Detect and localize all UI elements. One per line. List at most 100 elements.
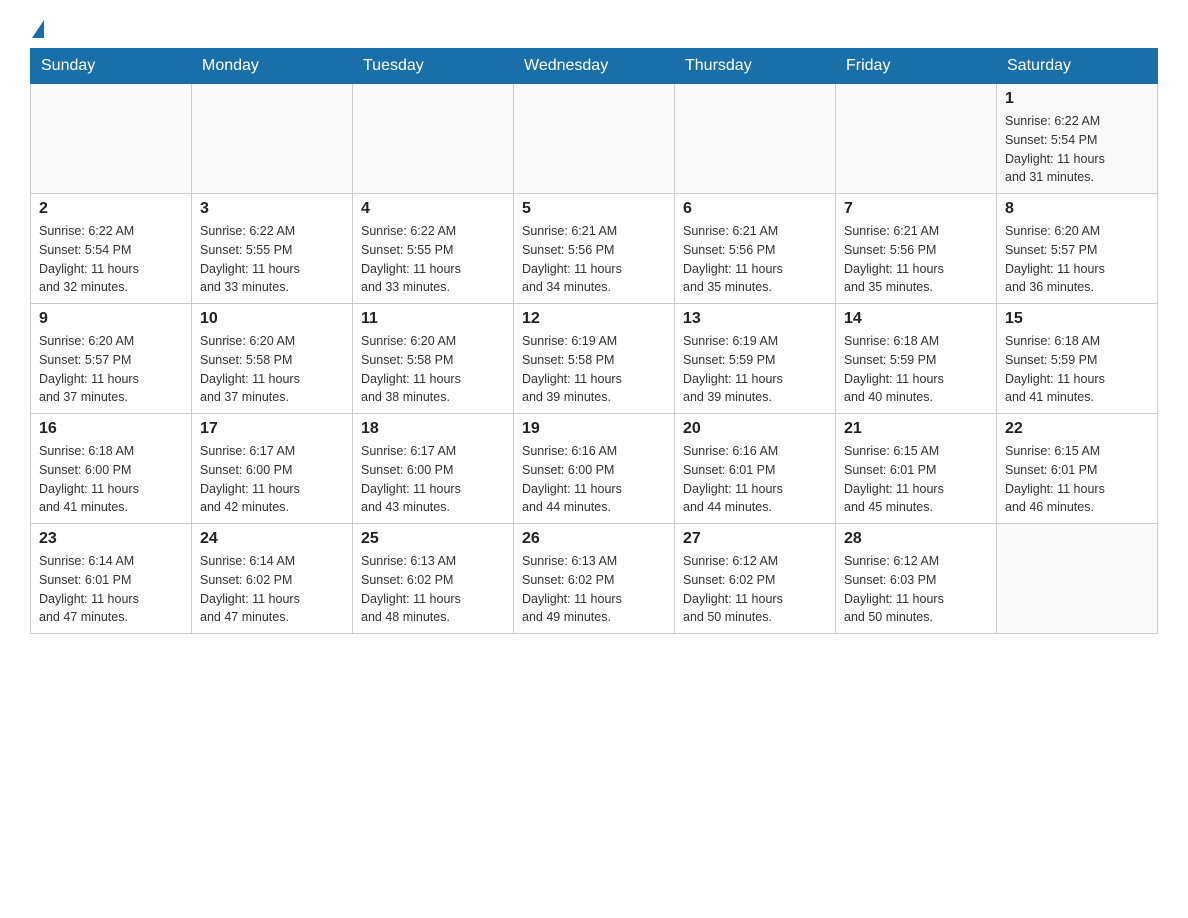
day-info: Sunrise: 6:18 AM Sunset: 6:00 PM Dayligh… (39, 442, 183, 517)
day-number: 2 (39, 200, 183, 218)
day-info: Sunrise: 6:22 AM Sunset: 5:54 PM Dayligh… (1005, 112, 1149, 187)
day-info: Sunrise: 6:19 AM Sunset: 5:59 PM Dayligh… (683, 332, 827, 407)
day-number: 12 (522, 310, 666, 328)
calendar-day-cell: 13 Sunrise: 6:19 AM Sunset: 5:59 PM Dayli… (675, 304, 836, 414)
calendar-day-cell: 15 Sunrise: 6:18 AM Sunset: 5:59 PM Dayli… (997, 304, 1158, 414)
calendar-day-cell (836, 84, 997, 194)
calendar-table: SundayMondayTuesdayWednesdayThursdayFrid… (30, 48, 1158, 634)
day-info: Sunrise: 6:22 AM Sunset: 5:55 PM Dayligh… (361, 222, 505, 297)
logo (30, 20, 46, 38)
day-info: Sunrise: 6:20 AM Sunset: 5:58 PM Dayligh… (200, 332, 344, 407)
day-number: 17 (200, 420, 344, 438)
calendar-day-cell: 17 Sunrise: 6:17 AM Sunset: 6:00 PM Dayli… (192, 414, 353, 524)
day-number: 25 (361, 530, 505, 548)
calendar-week-row: 9 Sunrise: 6:20 AM Sunset: 5:57 PM Daylig… (31, 304, 1158, 414)
calendar-header-sunday: Sunday (31, 49, 192, 84)
calendar-header-tuesday: Tuesday (353, 49, 514, 84)
day-info: Sunrise: 6:20 AM Sunset: 5:57 PM Dayligh… (1005, 222, 1149, 297)
calendar-week-row: 16 Sunrise: 6:18 AM Sunset: 6:00 PM Dayli… (31, 414, 1158, 524)
calendar-day-cell: 22 Sunrise: 6:15 AM Sunset: 6:01 PM Dayli… (997, 414, 1158, 524)
day-number: 6 (683, 200, 827, 218)
day-number: 23 (39, 530, 183, 548)
calendar-day-cell: 19 Sunrise: 6:16 AM Sunset: 6:00 PM Dayli… (514, 414, 675, 524)
calendar-header-monday: Monday (192, 49, 353, 84)
calendar-day-cell: 10 Sunrise: 6:20 AM Sunset: 5:58 PM Dayli… (192, 304, 353, 414)
calendar-day-cell: 21Sunrise: 6:15 AM Sunset: 6:01 PM Dayli… (836, 414, 997, 524)
calendar-day-cell: 25 Sunrise: 6:13 AM Sunset: 6:02 PM Dayli… (353, 524, 514, 634)
calendar-day-cell: 1 Sunrise: 6:22 AM Sunset: 5:54 PM Daylig… (997, 84, 1158, 194)
day-number: 28 (844, 530, 988, 548)
day-number: 4 (361, 200, 505, 218)
calendar-day-cell: 20 Sunrise: 6:16 AM Sunset: 6:01 PM Dayli… (675, 414, 836, 524)
calendar-day-cell: 8Sunrise: 6:20 AM Sunset: 5:57 PM Daylig… (997, 194, 1158, 304)
day-number: 3 (200, 200, 344, 218)
day-info: Sunrise: 6:13 AM Sunset: 6:02 PM Dayligh… (522, 552, 666, 627)
calendar-day-cell: 6Sunrise: 6:21 AM Sunset: 5:56 PM Daylig… (675, 194, 836, 304)
day-info: Sunrise: 6:22 AM Sunset: 5:54 PM Dayligh… (39, 222, 183, 297)
calendar-day-cell: 3Sunrise: 6:22 AM Sunset: 5:55 PM Daylig… (192, 194, 353, 304)
calendar-day-cell: 18 Sunrise: 6:17 AM Sunset: 6:00 PM Dayli… (353, 414, 514, 524)
day-number: 20 (683, 420, 827, 438)
day-info: Sunrise: 6:18 AM Sunset: 5:59 PM Dayligh… (1005, 332, 1149, 407)
day-info: Sunrise: 6:21 AM Sunset: 5:56 PM Dayligh… (844, 222, 988, 297)
calendar-header-thursday: Thursday (675, 49, 836, 84)
day-number: 21 (844, 420, 988, 438)
day-number: 13 (683, 310, 827, 328)
day-info: Sunrise: 6:20 AM Sunset: 5:57 PM Dayligh… (39, 332, 183, 407)
calendar-day-cell (353, 84, 514, 194)
day-number: 24 (200, 530, 344, 548)
calendar-header-saturday: Saturday (997, 49, 1158, 84)
calendar-day-cell (31, 84, 192, 194)
day-number: 14 (844, 310, 988, 328)
day-info: Sunrise: 6:16 AM Sunset: 6:00 PM Dayligh… (522, 442, 666, 517)
calendar-day-cell: 5 Sunrise: 6:21 AM Sunset: 5:56 PM Daylig… (514, 194, 675, 304)
calendar-day-cell: 14 Sunrise: 6:18 AM Sunset: 5:59 PM Dayli… (836, 304, 997, 414)
day-info: Sunrise: 6:18 AM Sunset: 5:59 PM Dayligh… (844, 332, 988, 407)
day-info: Sunrise: 6:21 AM Sunset: 5:56 PM Dayligh… (522, 222, 666, 297)
calendar-day-cell: 27 Sunrise: 6:12 AM Sunset: 6:02 PM Dayli… (675, 524, 836, 634)
calendar-week-row: 2 Sunrise: 6:22 AM Sunset: 5:54 PM Daylig… (31, 194, 1158, 304)
calendar-week-row: 1 Sunrise: 6:22 AM Sunset: 5:54 PM Daylig… (31, 84, 1158, 194)
calendar-day-cell (675, 84, 836, 194)
day-number: 27 (683, 530, 827, 548)
day-info: Sunrise: 6:12 AM Sunset: 6:03 PM Dayligh… (844, 552, 988, 627)
calendar-day-cell: 11 Sunrise: 6:20 AM Sunset: 5:58 PM Dayli… (353, 304, 514, 414)
day-number: 9 (39, 310, 183, 328)
calendar-day-cell: 26 Sunrise: 6:13 AM Sunset: 6:02 PM Dayli… (514, 524, 675, 634)
calendar-day-cell: 2 Sunrise: 6:22 AM Sunset: 5:54 PM Daylig… (31, 194, 192, 304)
calendar-day-cell: 12Sunrise: 6:19 AM Sunset: 5:58 PM Dayli… (514, 304, 675, 414)
calendar-day-cell (192, 84, 353, 194)
calendar-day-cell: 24 Sunrise: 6:14 AM Sunset: 6:02 PM Dayli… (192, 524, 353, 634)
day-number: 10 (200, 310, 344, 328)
day-number: 16 (39, 420, 183, 438)
day-info: Sunrise: 6:17 AM Sunset: 6:00 PM Dayligh… (361, 442, 505, 517)
day-info: Sunrise: 6:14 AM Sunset: 6:01 PM Dayligh… (39, 552, 183, 627)
day-number: 7 (844, 200, 988, 218)
day-number: 22 (1005, 420, 1149, 438)
day-number: 11 (361, 310, 505, 328)
day-info: Sunrise: 6:17 AM Sunset: 6:00 PM Dayligh… (200, 442, 344, 517)
day-number: 1 (1005, 90, 1149, 108)
day-info: Sunrise: 6:16 AM Sunset: 6:01 PM Dayligh… (683, 442, 827, 517)
calendar-day-cell: 4 Sunrise: 6:22 AM Sunset: 5:55 PM Daylig… (353, 194, 514, 304)
calendar-day-cell (997, 524, 1158, 634)
calendar-day-cell (514, 84, 675, 194)
calendar-header-friday: Friday (836, 49, 997, 84)
day-info: Sunrise: 6:14 AM Sunset: 6:02 PM Dayligh… (200, 552, 344, 627)
calendar-day-cell: 23 Sunrise: 6:14 AM Sunset: 6:01 PM Dayli… (31, 524, 192, 634)
day-number: 15 (1005, 310, 1149, 328)
day-info: Sunrise: 6:13 AM Sunset: 6:02 PM Dayligh… (361, 552, 505, 627)
calendar-day-cell: 7 Sunrise: 6:21 AM Sunset: 5:56 PM Daylig… (836, 194, 997, 304)
day-number: 18 (361, 420, 505, 438)
calendar-day-cell: 28 Sunrise: 6:12 AM Sunset: 6:03 PM Dayli… (836, 524, 997, 634)
day-number: 26 (522, 530, 666, 548)
day-info: Sunrise: 6:15 AM Sunset: 6:01 PM Dayligh… (1005, 442, 1149, 517)
calendar-day-cell: 9 Sunrise: 6:20 AM Sunset: 5:57 PM Daylig… (31, 304, 192, 414)
logo-triangle-icon (32, 20, 44, 38)
calendar-day-cell: 16 Sunrise: 6:18 AM Sunset: 6:00 PM Dayli… (31, 414, 192, 524)
day-number: 5 (522, 200, 666, 218)
day-info: Sunrise: 6:20 AM Sunset: 5:58 PM Dayligh… (361, 332, 505, 407)
day-number: 19 (522, 420, 666, 438)
day-info: Sunrise: 6:12 AM Sunset: 6:02 PM Dayligh… (683, 552, 827, 627)
page-header (30, 20, 1158, 38)
